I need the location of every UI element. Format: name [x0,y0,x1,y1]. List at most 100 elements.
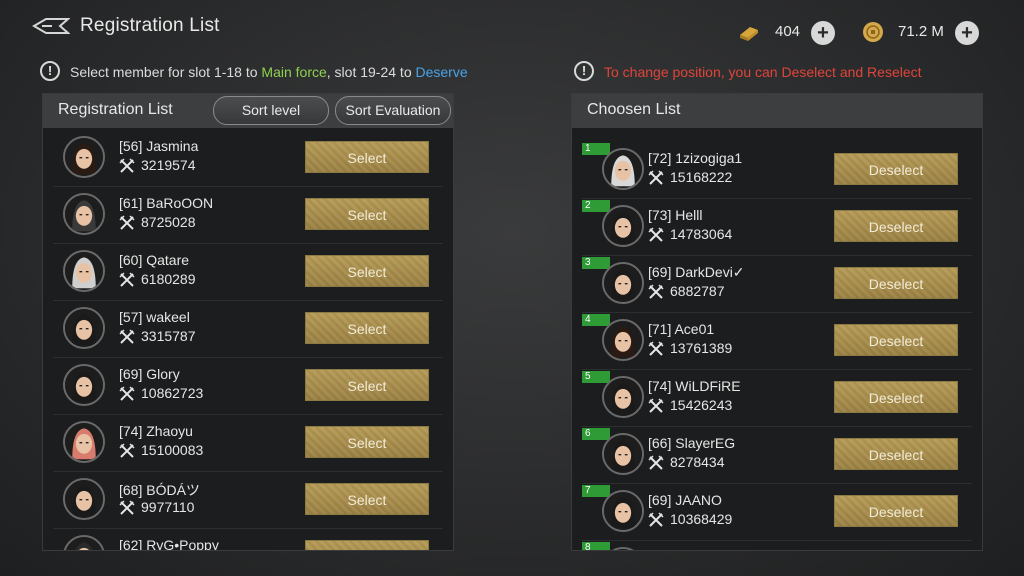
deselect-button[interactable]: Deselect [834,495,958,527]
registration-panel: Registration List Sort level Sort Evalua… [42,93,454,551]
deselect-button[interactable]: Deselect [834,438,958,470]
chosen-row: 6 [66] SlayerEG 8278434 Deselect [582,428,972,484]
registration-row: [60] Qatare 6180289 Select [53,246,443,301]
member-name: [74] Zhaoyu [119,423,193,439]
combat-power-icon [648,512,664,528]
combat-power-icon [119,386,135,402]
chosen-row: 2 [73] Helll 14783064 Deselect [582,200,972,256]
avatar [602,433,644,475]
info-icon: ! [574,61,594,81]
position-instruction: To change position, you can Deselect and… [604,64,922,80]
combat-power-icon [119,215,135,231]
sort-level-button[interactable]: Sort level [213,96,329,125]
select-button[interactable]: Select [305,255,429,287]
member-power: 3219574 [141,157,196,173]
slot-number-badge: 4 [582,314,610,326]
member-name: [56] Jasmina [119,138,199,154]
deselect-button[interactable]: Deselect [834,210,958,242]
chosen-row: 8Deselect [582,542,972,550]
registration-row: [61] BaRoOON 8725028 Select [53,189,443,244]
slot-number-badge: 7 [582,485,610,497]
avatar [602,148,644,190]
member-name: [57] wakeel [119,309,190,325]
member-name: [66] SlayerEG [648,435,736,451]
avatar [602,376,644,418]
avatar [63,478,105,520]
member-power: 13761389 [670,340,733,356]
deselect-button[interactable]: Deselect [834,153,958,185]
member-power: 9977110 [141,499,195,515]
slot-number-badge: 6 [582,428,610,440]
avatar [63,307,105,349]
slot-number-badge: 8 [582,542,610,550]
avatar [63,193,105,235]
avatar [602,262,644,304]
chosen-row: 3 [69] DarkDevi✓ 6882787 Deselect [582,257,972,313]
member-power: 10368429 [670,511,733,527]
combat-power-icon [648,227,664,243]
sort-evaluation-button[interactable]: Sort Evaluation [335,96,451,125]
member-name: [60] Qatare [119,252,190,268]
deselect-button[interactable]: Deselect [834,267,958,299]
avatar [63,136,105,178]
slot-number-badge: 2 [582,200,610,212]
combat-power-icon [648,398,664,414]
member-name: [69] JAANO [648,492,722,508]
select-button[interactable]: Select [305,426,429,458]
avatar [63,364,105,406]
info-icon: ! [40,61,60,81]
select-button[interactable]: Select [305,141,429,173]
member-name: [62] RyG•Poppy [119,537,219,551]
avatar [63,421,105,463]
registration-row: [68] BÓDÁツ 9977110 Select [53,474,443,529]
chosen-row: 1 [72] 1zizogiga1 15168222 Deselect [582,143,972,199]
member-power: 3315787 [141,328,196,344]
slot-number-badge: 3 [582,257,610,269]
registration-row: [56] Jasmina 3219574 Select [53,132,443,187]
back-icon[interactable] [32,16,70,36]
member-power: 15168222 [670,169,733,185]
registration-row: [74] Zhaoyu 15100083 Select [53,417,443,472]
combat-power-icon [119,443,135,459]
combat-power-icon [648,284,664,300]
select-button[interactable]: Select [305,198,429,230]
member-power: 8278434 [670,454,725,470]
add-gold-button[interactable]: + [811,21,835,45]
avatar [602,205,644,247]
member-name: [68] BÓDÁツ [119,482,200,498]
chosen-panel: Choosen List 1 [72] 1zizogiga1 15168222 Des… [571,93,983,551]
combat-power-icon [648,341,664,357]
slot-instruction: Select member for slot 1-18 to Main forc… [70,64,468,80]
select-button[interactable]: Select [305,540,429,550]
coin-amount: 71.2 M [898,23,944,40]
select-button[interactable]: Select [305,312,429,344]
combat-power-icon [648,455,664,471]
registration-row: [62] RyG•Poppy Select [53,531,443,551]
avatar [602,319,644,361]
chosen-row: 7 [69] JAANO 10368429 Deselect [582,485,972,541]
deselect-button[interactable]: Deselect [834,381,958,413]
member-power: 15100083 [141,442,204,458]
main-force-label: Main force [261,64,327,80]
chosen-row: 4 [71] Ace01 13761389 Deselect [582,314,972,370]
member-name: [69] DarkDevi✓ [648,264,745,280]
select-button[interactable]: Select [305,369,429,401]
gold-ingot-icon [740,27,758,41]
combat-power-icon [119,329,135,345]
registration-title: Registration List [58,101,173,118]
member-power: 6180289 [141,271,196,287]
member-power: 10862723 [141,385,204,401]
add-coin-button[interactable]: + [955,21,979,45]
page-title: Registration List [80,15,220,36]
member-name: [69] Glory [119,366,180,382]
member-name: [72] 1zizogiga1 [648,150,743,166]
member-power: 6882787 [670,283,725,299]
member-name: [73] Helll [648,207,703,223]
combat-power-icon [119,272,135,288]
avatar [602,490,644,532]
chosen-title: Choosen List [587,101,681,118]
select-button[interactable]: Select [305,483,429,515]
deselect-button[interactable]: Deselect [834,324,958,356]
avatar [63,535,105,550]
coin-icon [863,22,883,42]
